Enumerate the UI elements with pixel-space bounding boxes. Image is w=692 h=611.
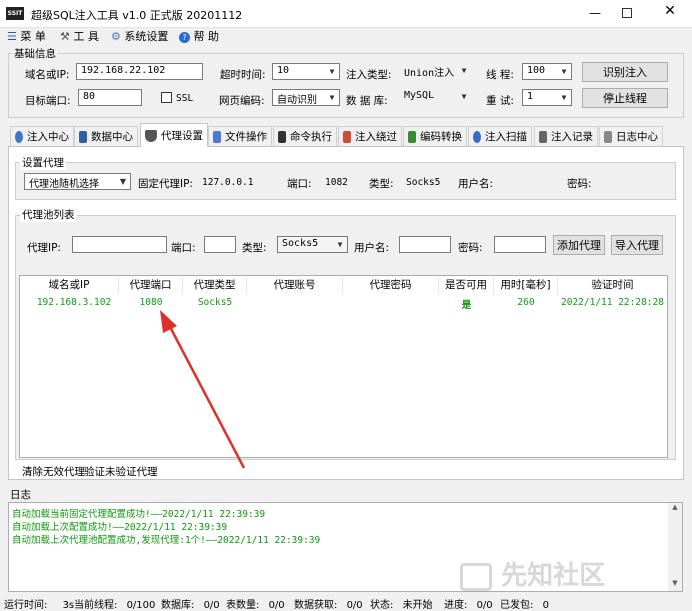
log-title: 日志 [10,489,31,501]
log-line: 自动加载上次配置成功!——2022/1/11 22:39:39 [12,522,228,533]
watermark-text: 先知社区 [501,561,606,591]
log-line: 自动加载当前固定代理配置成功!——2022/1/11 22:39:39 [12,509,266,520]
scroll-up-icon[interactable]: ▲ [668,503,682,515]
status-state: 状态: 未开始 [370,600,433,611]
status-threads: 当前线程: 0/100 [74,600,156,611]
status-progress: 进度: 0/0 [444,600,493,611]
watermark: 先知社区 [460,555,605,592]
scroll-down-icon[interactable]: ▼ [668,579,682,591]
clear-invalid-proxy-link[interactable]: 清除无效代理 [22,464,85,479]
log-line: 自动加载上次代理池配置成功,发现代理:1个!——2022/1/11 22:39:… [12,535,321,546]
status-sent: 已发包: 0 [500,600,549,611]
status-db: 数据库: 0/0 [161,600,220,611]
log-scrollbar[interactable]: ▲ ▼ [668,503,682,591]
status-data: 数据获取: 0/0 [294,600,363,611]
watermark-logo-icon [460,562,492,591]
status-tables: 表数量: 0/0 [226,600,285,611]
verify-unverified-link[interactable]: 验证未验证代理 [84,464,158,479]
status-run-time: 运行时间: 3s [4,600,75,611]
